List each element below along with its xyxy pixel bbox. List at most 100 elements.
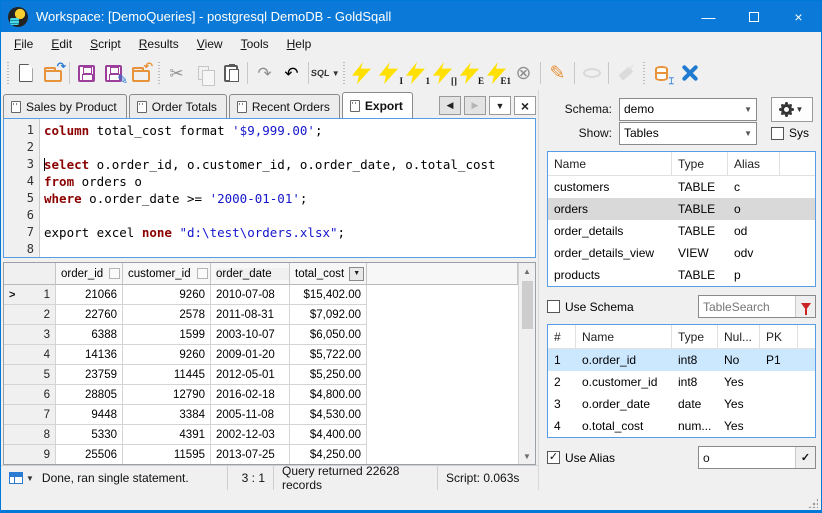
list-header-type[interactable]: Type bbox=[672, 325, 718, 348]
grid-cell[interactable]: 9260 bbox=[123, 345, 211, 365]
row-header[interactable]: 3 bbox=[4, 325, 56, 345]
grid-cell[interactable]: 22760 bbox=[56, 305, 123, 325]
column-filter-box[interactable] bbox=[196, 268, 208, 279]
list-header-name[interactable]: Name bbox=[548, 152, 672, 175]
table-row[interactable]: 7 9448 3384 2005-11-08 $4,530.00 bbox=[4, 405, 518, 425]
cut-button[interactable]: ✂ bbox=[163, 60, 190, 87]
table-list-item[interactable]: order_details TABLE od bbox=[548, 220, 815, 242]
scroll-thumb[interactable] bbox=[521, 281, 533, 329]
table-row[interactable]: 5 23759 11445 2012-05-01 $5,250.00 bbox=[4, 365, 518, 385]
run-explain-button[interactable]: E bbox=[456, 60, 484, 87]
row-header[interactable]: 8 bbox=[4, 425, 56, 445]
row-header[interactable]: 9 bbox=[4, 445, 56, 464]
eraser-button[interactable] bbox=[612, 60, 639, 87]
table-row[interactable]: >1 21066 9260 2010-07-08 $15,402.00 bbox=[4, 285, 518, 305]
column-list-item[interactable]: 1 o.order_id int8 No P1 bbox=[548, 349, 815, 371]
table-list-item[interactable]: order_details_view VIEW odv bbox=[548, 242, 815, 264]
table-list-item[interactable]: products TABLE p bbox=[548, 264, 815, 286]
grid-cell[interactable]: 11595 bbox=[123, 445, 211, 464]
row-header[interactable]: >1 bbox=[4, 285, 56, 305]
grid-cell[interactable]: $5,722.00 bbox=[290, 345, 367, 365]
save-button[interactable] bbox=[73, 60, 100, 87]
table-row[interactable]: 3 6388 1599 2003-10-07 $6,050.00 bbox=[4, 325, 518, 345]
column-filter-dropdown[interactable]: ▼ bbox=[349, 266, 365, 281]
grid-cell[interactable]: $15,402.00 bbox=[290, 285, 367, 305]
paste-button[interactable] bbox=[217, 60, 244, 87]
sys-checkbox[interactable]: Sys bbox=[771, 126, 809, 140]
grid-cell[interactable]: 25506 bbox=[56, 445, 123, 464]
grid-cell[interactable]: 1599 bbox=[123, 325, 211, 345]
tab-sales-by-product[interactable]: Sales by Product bbox=[3, 94, 127, 118]
minimize-button[interactable]: — bbox=[686, 1, 731, 32]
menu-help[interactable]: Help bbox=[278, 34, 321, 54]
grid-cell[interactable]: $4,400.00 bbox=[290, 425, 367, 445]
table-search-button[interactable] bbox=[795, 296, 815, 317]
grid-cell[interactable]: $4,530.00 bbox=[290, 405, 367, 425]
grid-cell[interactable]: 2003-10-07 bbox=[211, 325, 290, 345]
list-header-name[interactable]: Name bbox=[576, 325, 672, 348]
tab-scroll-left-button[interactable]: ◀ bbox=[439, 96, 461, 115]
column-header-order_date[interactable]: order_date bbox=[211, 263, 290, 285]
oval-button[interactable] bbox=[578, 60, 605, 87]
list-header-type[interactable]: Type bbox=[672, 152, 728, 175]
grid-cell[interactable]: 4391 bbox=[123, 425, 211, 445]
grid-cell[interactable]: 11445 bbox=[123, 365, 211, 385]
use-schema-checkbox[interactable]: Use Schema bbox=[547, 300, 634, 314]
scroll-down-icon[interactable]: ▼ bbox=[519, 448, 535, 464]
results-grid[interactable]: order_id customer_id order_date total_cost ▼… bbox=[4, 263, 518, 464]
run-explain-one-button[interactable]: E1 bbox=[483, 60, 511, 87]
new-file-button[interactable] bbox=[12, 60, 39, 87]
tables-list[interactable]: Name Type Alias customers TABLE c orders TABLE o… bbox=[547, 151, 816, 287]
row-header[interactable]: 4 bbox=[4, 345, 56, 365]
tab-export[interactable]: Export bbox=[341, 92, 413, 118]
table-list-item[interactable]: orders TABLE o bbox=[548, 198, 815, 220]
grid-cell[interactable]: 12790 bbox=[123, 385, 211, 405]
redo-button[interactable]: ↷ bbox=[251, 60, 278, 87]
grid-cell[interactable]: 28805 bbox=[56, 385, 123, 405]
run-one-button[interactable]: 1 bbox=[402, 60, 431, 87]
table-row[interactable]: 8 5330 4391 2002-12-03 $4,400.00 bbox=[4, 425, 518, 445]
tab-order-totals[interactable]: Order Totals bbox=[128, 94, 227, 118]
grid-cell[interactable]: 2012-05-01 bbox=[211, 365, 290, 385]
tab-scroll-right-button[interactable]: ▶ bbox=[464, 96, 486, 115]
table-search-input[interactable] bbox=[699, 299, 795, 314]
grid-cell[interactable]: 2002-12-03 bbox=[211, 425, 290, 445]
columns-list[interactable]: # Name Type Nul... PK 1 o.order_id int8 No P1 2 o.c… bbox=[547, 324, 816, 438]
table-search-field[interactable] bbox=[698, 295, 816, 318]
undo-button[interactable]: ↶ bbox=[278, 60, 305, 87]
grid-cell[interactable]: $4,250.00 bbox=[290, 445, 367, 464]
grid-cell[interactable]: $7,092.00 bbox=[290, 305, 367, 325]
grid-cell[interactable]: 2013-07-25 bbox=[211, 445, 290, 464]
column-header-total_cost[interactable]: total_cost ▼ bbox=[290, 263, 367, 285]
settings-button[interactable]: ▼ bbox=[771, 96, 813, 122]
table-row[interactable]: 4 14136 9260 2009-01-20 $5,722.00 bbox=[4, 345, 518, 365]
tab-close-button[interactable]: × bbox=[514, 96, 536, 115]
grid-cell[interactable]: 9260 bbox=[123, 285, 211, 305]
grid-view-dropdown-icon[interactable]: ▼ bbox=[26, 474, 34, 483]
menu-edit[interactable]: Edit bbox=[42, 34, 81, 54]
menu-tools[interactable]: Tools bbox=[232, 34, 278, 54]
table-row[interactable]: 2 22760 2578 2011-08-31 $7,092.00 bbox=[4, 305, 518, 325]
alias-field[interactable]: ✓ bbox=[698, 446, 816, 469]
grid-cell[interactable]: 2578 bbox=[123, 305, 211, 325]
cancel-button[interactable]: ⊗ bbox=[510, 60, 537, 87]
close-button[interactable]: × bbox=[776, 1, 821, 32]
list-header-#[interactable]: # bbox=[548, 325, 576, 348]
resize-grip[interactable] bbox=[808, 498, 818, 508]
run-statement-button[interactable]: I bbox=[375, 60, 403, 87]
menu-results[interactable]: Results bbox=[130, 34, 188, 54]
table-list-item[interactable]: customers TABLE c bbox=[548, 176, 815, 198]
list-header-pk[interactable]: PK bbox=[760, 325, 798, 348]
tab-recent-orders[interactable]: Recent Orders bbox=[228, 94, 340, 118]
column-header-customer_id[interactable]: customer_id bbox=[123, 263, 211, 285]
grid-cell[interactable]: 23759 bbox=[56, 365, 123, 385]
row-header[interactable]: 2 bbox=[4, 305, 56, 325]
run-block-button[interactable]: [] bbox=[429, 60, 457, 87]
grid-cell[interactable]: 21066 bbox=[56, 285, 123, 305]
grid-cell[interactable]: 14136 bbox=[56, 345, 123, 365]
use-alias-checkbox[interactable]: ✓ Use Alias bbox=[547, 451, 615, 465]
open-file-button[interactable]: ↷ bbox=[39, 60, 66, 87]
grid-cell[interactable]: 2016-02-18 bbox=[211, 385, 290, 405]
menu-file[interactable]: File bbox=[5, 34, 42, 54]
table-row[interactable]: 6 28805 12790 2016-02-18 $4,800.00 bbox=[4, 385, 518, 405]
